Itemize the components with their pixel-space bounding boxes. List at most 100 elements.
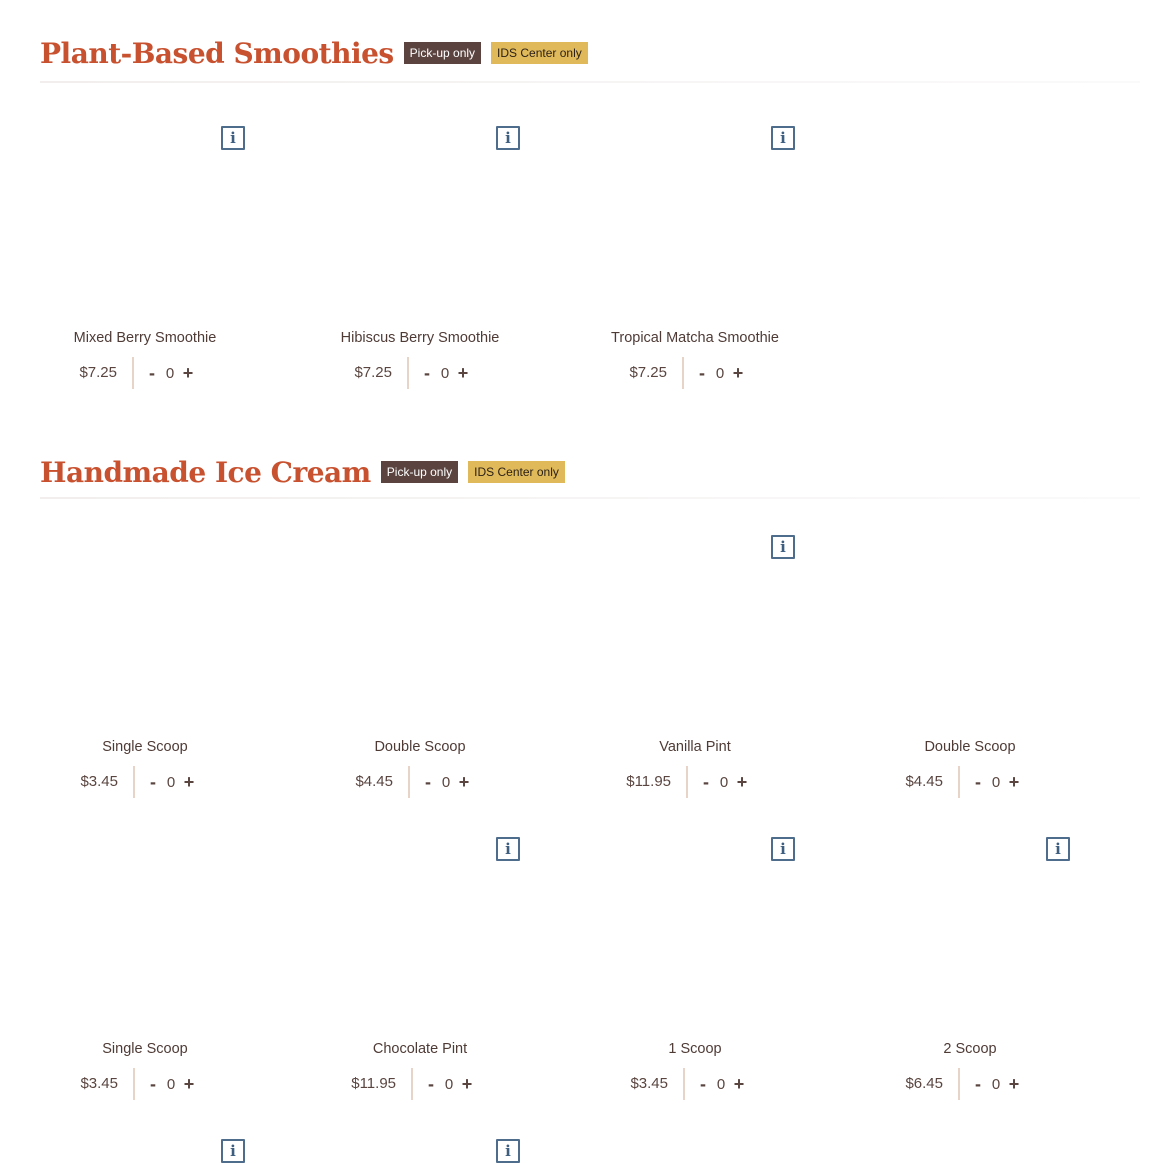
decrease-quantity-button[interactable]: -	[146, 772, 160, 793]
product-name: Double Scoop	[374, 739, 466, 755]
product-price: $4.45	[905, 773, 943, 790]
product-card-single-scoop: Single Scoop $3.45 - 0 +	[40, 826, 315, 1126]
product-card-chocolate-pint: i Chocolate Pint $11.95 - 0 +	[315, 826, 590, 1126]
quantity-value[interactable]: 0	[159, 365, 181, 382]
price-divider	[958, 1068, 960, 1100]
quantity-stepper: - 0 +	[699, 766, 749, 798]
price-row: $3.45 - 0 +	[40, 1068, 315, 1100]
quantity-stepper: - 0 +	[146, 1068, 196, 1100]
product-name: Chocolate Pint	[372, 1041, 468, 1057]
price-row: $7.25 - 0 +	[315, 357, 590, 389]
quantity-value[interactable]: 0	[713, 774, 735, 791]
price-row: $7.25 - 0 +	[40, 357, 315, 389]
info-icon[interactable]: i	[771, 535, 795, 559]
quantity-value[interactable]: 0	[435, 774, 457, 791]
price-divider	[686, 766, 688, 798]
product-name: Single Scoop	[102, 739, 188, 755]
product-price: $6.45	[905, 1075, 943, 1092]
price-divider	[407, 357, 409, 389]
increase-quantity-button[interactable]: +	[182, 772, 196, 793]
increase-quantity-button[interactable]: +	[182, 1074, 196, 1095]
product-price: $4.45	[355, 773, 393, 790]
quantity-stepper: - 0 +	[421, 766, 471, 798]
decrease-quantity-button[interactable]: -	[145, 363, 159, 384]
quantity-value[interactable]: 0	[985, 1076, 1007, 1093]
increase-quantity-button[interactable]: +	[457, 772, 471, 793]
decrease-quantity-button[interactable]: -	[695, 363, 709, 384]
info-icon[interactable]: i	[221, 126, 245, 150]
quantity-value[interactable]: 0	[985, 774, 1007, 791]
product-price: $11.95	[626, 773, 671, 790]
pickup-badge: Pick-up only	[380, 461, 459, 483]
quantity-stepper: - 0 +	[424, 1068, 474, 1100]
info-icon[interactable]: i	[1046, 837, 1070, 861]
quantity-stepper: - 0 +	[971, 1068, 1021, 1100]
price-divider	[133, 1068, 135, 1100]
quantity-stepper: - 0 +	[695, 357, 745, 389]
product-name: Vanilla Pint	[659, 739, 731, 755]
quantity-value[interactable]: 0	[710, 1076, 732, 1093]
info-icon[interactable]: i	[496, 837, 520, 861]
price-divider	[958, 766, 960, 798]
decrease-quantity-button[interactable]: -	[699, 772, 713, 793]
quantity-stepper: - 0 +	[696, 1068, 746, 1100]
info-icon[interactable]: i	[221, 1139, 245, 1163]
quantity-value[interactable]: 0	[438, 1076, 460, 1093]
info-icon[interactable]: i	[496, 126, 520, 150]
increase-quantity-button[interactable]: +	[732, 1074, 746, 1095]
quantity-value[interactable]: 0	[160, 1076, 182, 1093]
decrease-quantity-button[interactable]: -	[420, 363, 434, 384]
info-icon[interactable]: i	[771, 126, 795, 150]
product-card-hibiscus-berry-smoothie: i Hibiscus Berry Smoothie $7.25 - 0 +	[315, 115, 590, 415]
product-card-single-scoop: Single Scoop $3.45 - 0 +	[40, 524, 315, 824]
price-divider	[682, 357, 684, 389]
price-row: $4.45 - 0 +	[865, 766, 1140, 798]
section-divider	[40, 497, 1140, 499]
info-icon[interactable]: i	[771, 837, 795, 861]
product-name: 1 Scoop	[668, 1041, 722, 1057]
quantity-stepper: - 0 +	[146, 766, 196, 798]
price-row: $3.45 - 0 +	[40, 766, 315, 798]
info-icon[interactable]: i	[496, 1139, 520, 1163]
price-divider	[408, 766, 410, 798]
product-card-double-scoop: Double Scoop $4.45 - 0 +	[865, 524, 1140, 824]
increase-quantity-button[interactable]: +	[731, 363, 745, 384]
increase-quantity-button[interactable]: +	[735, 772, 749, 793]
product-price: $11.95	[351, 1075, 396, 1092]
product-price: $3.45	[630, 1075, 668, 1092]
price-row: $7.25 - 0 +	[590, 357, 865, 389]
product-card-double-scoop: Double Scoop $4.45 - 0 +	[315, 524, 590, 824]
section-title: Plant-Based Smoothies	[40, 36, 394, 70]
increase-quantity-button[interactable]: +	[181, 363, 195, 384]
product-card-1-scoop: i 1 Scoop $3.45 - 0 +	[590, 826, 865, 1126]
increase-quantity-button[interactable]: +	[1007, 1074, 1021, 1095]
decrease-quantity-button[interactable]: -	[971, 1074, 985, 1095]
quantity-stepper: - 0 +	[420, 357, 470, 389]
product-price: $3.45	[80, 1075, 118, 1092]
decrease-quantity-button[interactable]: -	[696, 1074, 710, 1095]
decrease-quantity-button[interactable]: -	[421, 772, 435, 793]
decrease-quantity-button[interactable]: -	[146, 1074, 160, 1095]
decrease-quantity-button[interactable]: -	[971, 772, 985, 793]
decrease-quantity-button[interactable]: -	[424, 1074, 438, 1095]
price-row: $6.45 - 0 +	[865, 1068, 1140, 1100]
product-name: Mixed Berry Smoothie	[73, 330, 217, 346]
increase-quantity-button[interactable]: +	[456, 363, 470, 384]
section-header: Handmade Ice Cream Pick-up only IDS Cent…	[40, 452, 565, 492]
quantity-value[interactable]: 0	[709, 365, 731, 382]
price-row: $11.95 - 0 +	[590, 766, 865, 798]
price-divider	[133, 766, 135, 798]
price-row: $3.45 - 0 +	[590, 1068, 865, 1100]
product-name: Double Scoop	[924, 739, 1016, 755]
price-row: $4.45 - 0 +	[315, 766, 590, 798]
quantity-value[interactable]: 0	[434, 365, 456, 382]
increase-quantity-button[interactable]: +	[460, 1074, 474, 1095]
product-price: $7.25	[354, 364, 392, 381]
price-divider	[411, 1068, 413, 1100]
section-title: Handmade Ice Cream	[40, 455, 371, 489]
quantity-value[interactable]: 0	[160, 774, 182, 791]
increase-quantity-button[interactable]: +	[1007, 772, 1021, 793]
section-divider	[40, 81, 1140, 83]
location-badge: IDS Center only	[491, 42, 588, 64]
product-price: $7.25	[79, 364, 117, 381]
